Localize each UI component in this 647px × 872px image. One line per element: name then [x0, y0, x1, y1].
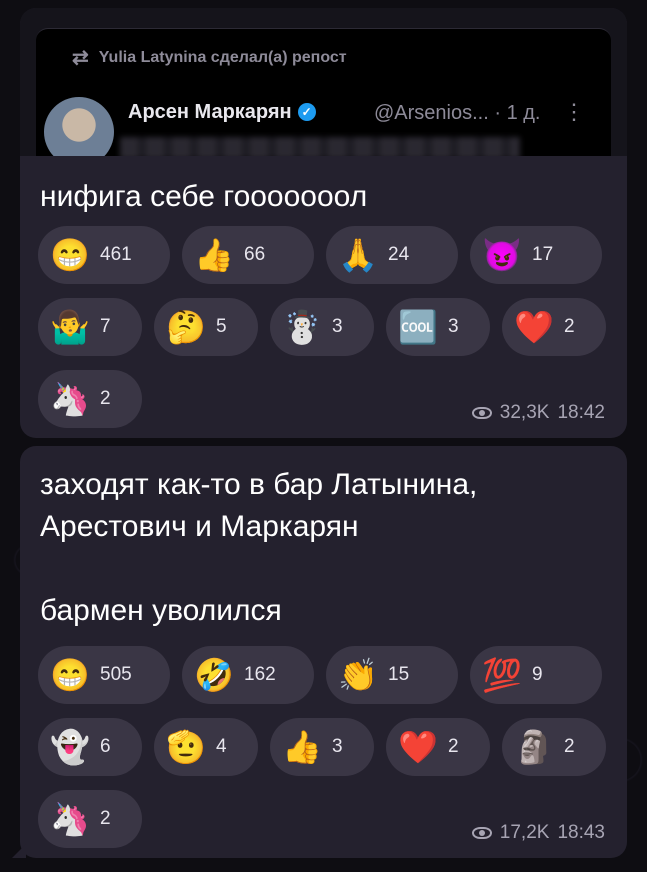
reaction-count: 9 [532, 664, 543, 685]
repost-icon: ⇄ [72, 47, 89, 69]
reaction-count: 15 [388, 664, 410, 685]
reaction-pill[interactable]: 🫡 4 [154, 718, 258, 776]
reaction-emoji: 🗿 [514, 729, 554, 765]
reaction-emoji: 🤔 [166, 309, 206, 345]
reaction-pill[interactable]: 🗿 2 [502, 718, 606, 776]
reaction-pill[interactable]: 🙏 24 [326, 226, 458, 284]
reaction-emoji: 👍 [194, 237, 234, 273]
reaction-count: 3 [332, 736, 343, 757]
reaction-pill[interactable]: 💯 9 [470, 646, 602, 704]
message-meta: 32,3K 18:42 [471, 402, 605, 424]
views-eye-icon [471, 827, 492, 839]
reaction-count: 4 [216, 736, 227, 757]
repost-text: Yulia Latynina сделал(а) репост [98, 48, 347, 66]
reaction-count: 2 [564, 736, 575, 757]
reaction-count: 2 [100, 808, 111, 829]
reaction-count: 7 [100, 316, 111, 337]
reaction-emoji: ❤️ [514, 309, 554, 345]
reaction-emoji: 🦄 [50, 381, 90, 417]
reaction-pill[interactable]: ❤️ 2 [386, 718, 490, 776]
reaction-pill[interactable]: 🦄 2 [38, 370, 142, 428]
tweet-card[interactable]: ⇄ Yulia Latynina сделал(а) репост Арсен … [36, 28, 611, 156]
reaction-pill[interactable]: 🦄 2 [38, 790, 142, 848]
reaction-emoji: 🤷‍♂️ [50, 309, 90, 345]
reaction-pill[interactable]: 😈 17 [470, 226, 602, 284]
reactions-row: 😁 461 👍 66 🙏 24 😈 17 [38, 226, 609, 284]
message-text: заходят как-то в бар Латынина, Арестович… [40, 468, 478, 627]
reaction-pill[interactable]: 👏 15 [326, 646, 458, 704]
reaction-count: 505 [100, 664, 132, 685]
reaction-emoji: 🙏 [338, 237, 378, 273]
reaction-count: 3 [448, 316, 459, 337]
author-handle: @Arsenios... · 1 д. [374, 102, 541, 124]
more-options-icon[interactable]: ⋮ [563, 99, 585, 125]
reaction-pill[interactable]: 👻 6 [38, 718, 142, 776]
reaction-count: 17 [532, 244, 554, 265]
reaction-count: 24 [388, 244, 410, 265]
reaction-emoji: 😈 [482, 237, 522, 273]
reaction-pill[interactable]: ☃️ 3 [270, 298, 374, 356]
repost-line: ⇄ Yulia Latynina сделал(а) репост [72, 45, 347, 70]
repost-preview[interactable]: ⇄ Yulia Latynina сделал(а) репост Арсен … [20, 8, 627, 156]
view-count: 32,3K [499, 402, 550, 423]
reaction-emoji: 🤣 [194, 657, 234, 693]
reaction-emoji: 🆒 [398, 309, 438, 345]
reaction-count: 66 [244, 244, 266, 265]
message-time: 18:43 [557, 822, 605, 843]
views-eye-icon [471, 407, 492, 419]
reaction-emoji: 👏 [338, 657, 378, 693]
reaction-pill[interactable]: 👍 3 [270, 718, 374, 776]
message-bubble-1[interactable]: ⇄ Yulia Latynina сделал(а) репост Арсен … [20, 8, 627, 438]
reactions-row: 😁 505 🤣 162 👏 15 💯 9 [38, 646, 609, 704]
reaction-pill[interactable]: 🤷‍♂️ 7 [38, 298, 142, 356]
reaction-count: 6 [100, 736, 111, 757]
reaction-count: 2 [100, 388, 111, 409]
author-name[interactable]: Арсен Маркарян ✓ [128, 101, 316, 124]
message-bubble-2[interactable]: заходят как-то в бар Латынина, Арестович… [20, 446, 627, 858]
reaction-count: 3 [332, 316, 343, 337]
reaction-pill[interactable]: 🤣 162 [182, 646, 314, 704]
reaction-count: 2 [564, 316, 575, 337]
reaction-count: 5 [216, 316, 227, 337]
reaction-pill[interactable]: 👍 66 [182, 226, 314, 284]
reaction-pill[interactable]: 🆒 3 [386, 298, 490, 356]
reaction-emoji: 👻 [50, 729, 90, 765]
reaction-pill[interactable]: ❤️ 2 [502, 298, 606, 356]
reaction-emoji: ☃️ [282, 309, 322, 345]
message-time: 18:42 [557, 402, 605, 423]
reaction-emoji: 💯 [482, 657, 522, 693]
reaction-count: 461 [100, 244, 132, 265]
reaction-emoji: 🦄 [50, 801, 90, 837]
reaction-count: 2 [448, 736, 459, 757]
reactions-row: 🤷‍♂️ 7 🤔 5 ☃️ 3 🆒 3 ❤️ 2 [38, 298, 609, 356]
reaction-pill[interactable]: 🤔 5 [154, 298, 258, 356]
view-count: 17,2K [499, 822, 550, 843]
reaction-emoji: ❤️ [398, 729, 438, 765]
reactions-row: 👻 6 🫡 4 👍 3 ❤️ 2 🗿 2 [38, 718, 609, 776]
blurred-tweet-text [120, 137, 520, 156]
message-text: нифига себе гооооооол [40, 180, 368, 213]
reaction-emoji: 😁 [50, 657, 90, 693]
reaction-pill[interactable]: 😁 505 [38, 646, 170, 704]
reaction-pill[interactable]: 😁 461 [38, 226, 170, 284]
message-meta: 17,2K 18:43 [471, 822, 605, 844]
author-avatar[interactable] [44, 97, 114, 156]
reaction-emoji: 🫡 [166, 729, 206, 765]
reaction-emoji: 😁 [50, 237, 90, 273]
verified-badge-icon: ✓ [297, 103, 316, 121]
reaction-count: 162 [244, 664, 276, 685]
reaction-emoji: 👍 [282, 729, 322, 765]
